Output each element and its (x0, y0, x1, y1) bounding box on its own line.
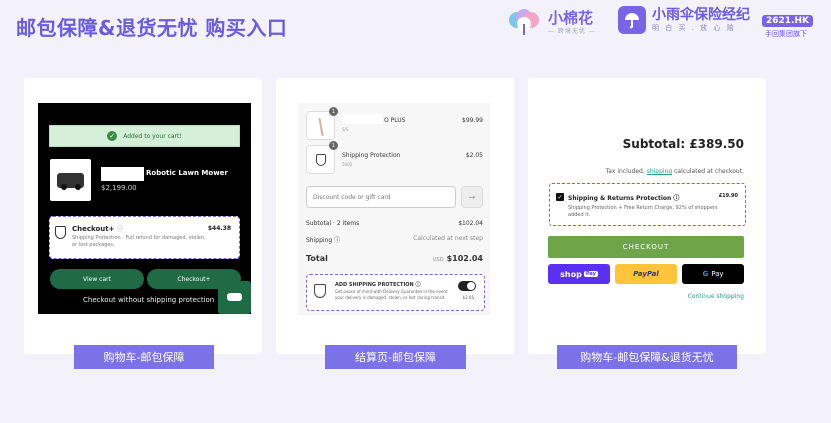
cart-protection-card: ✓ Added to your cart! Robotic Lawn Mower… (24, 78, 262, 354)
protection-title: Shipping & Returns Protection (568, 195, 672, 202)
checkout-without-protection-link[interactable]: Checkout without shipping protection (83, 296, 214, 304)
stock-code-badge: 2621.HK (762, 15, 813, 27)
protection-fee: £19.90 (718, 193, 738, 199)
page-title: 邮包保障&退货无忧 购买入口 (16, 16, 288, 40)
caption-cart-protection: 购物车-邮包保障 (74, 345, 214, 369)
shop-pay-label: shop (560, 269, 582, 279)
tax-note-prefix: Tax included, (605, 168, 645, 175)
product-thumbnail[interactable] (50, 159, 91, 201)
checkout-plus-protection-box[interactable]: Checkout+ ⓘ $44.38 Shipping Protection ·… (49, 216, 240, 259)
shop-pay-badge: Pay (583, 271, 598, 277)
protection-fee: $2.05 (462, 295, 474, 300)
check-circle-icon: ✓ (107, 131, 118, 141)
shipping-label: Shipping (306, 237, 333, 244)
product-name[interactable]: Robotic Lawn Mower (146, 169, 228, 177)
checkout-screenshot: 1 O PLUS S/S $99.99 1 Shipping Protectio… (298, 103, 490, 315)
protection-checkbox[interactable]: ✓ (556, 193, 564, 201)
item2-thumbnail: 1 (306, 141, 338, 174)
returns-protection-card: Subtotal: £389.50 Tax included, shipping… (528, 78, 766, 354)
cotton-logo-name: 小棉花 (548, 8, 594, 27)
chat-bubble-icon (227, 293, 242, 301)
help-icon[interactable]: ⓘ (334, 237, 340, 244)
checkout-plus-description: Shipping Protection · Full refund for da… (72, 235, 206, 248)
cart-screenshot: ✓ Added to your cart! Robotic Lawn Mower… (38, 103, 251, 314)
add-shipping-protection-box[interactable]: ADD SHIPPING PROTECTION ⓘ Get peace of m… (306, 274, 485, 311)
cotton-logo-tagline: — 跨境无忧 — (548, 27, 596, 35)
redacted-brand (342, 114, 382, 124)
info-icon[interactable]: ⓘ (416, 282, 421, 288)
total-value: $102.04 (446, 254, 483, 263)
product-price: $2,199.00 (101, 184, 137, 192)
subtotal-value: $102.04 (458, 220, 483, 227)
shield-icon (316, 154, 326, 166)
item1-name: O PLUS (384, 117, 406, 124)
returns-cart-screenshot: Subtotal: £389.50 Tax included, shipping… (528, 78, 766, 354)
checkout-plus-price: $44.38 (207, 225, 231, 232)
stock-badge-block: 2621.HK 手回集团旗下 (762, 8, 813, 39)
google-g-icon: G (702, 270, 709, 278)
item2-quantity: 1 (329, 141, 338, 150)
cotton-logo: 小棉花 — 跨境无忧 — (506, 8, 596, 36)
umbrella-logo-name: 小雨伞保险经纪 (652, 7, 750, 23)
item2-price: $2.05 (465, 152, 483, 159)
item2-name: Shipping Protection (342, 152, 401, 159)
subtotal-row: Subtotal · 2 items $102.04 (306, 220, 483, 227)
item1-price: $99.99 (462, 117, 483, 124)
shipping-value: Calculated at next step (413, 235, 483, 242)
google-pay-button[interactable]: G Pay (682, 264, 744, 284)
continue-shopping-link[interactable]: Continue shopping (688, 293, 744, 300)
info-icon[interactable]: ⓘ (673, 195, 679, 202)
google-pay-label: Pay (711, 270, 724, 278)
added-to-cart-text: Added to your cart! (123, 132, 182, 140)
protection-title: ADD SHIPPING PROTECTION (335, 282, 414, 288)
added-to-cart-banner: ✓ Added to your cart! (49, 125, 240, 147)
tax-note: Tax included, shipping calculated at che… (606, 168, 744, 175)
umbrella-icon (618, 6, 646, 34)
umbrella-logo: 小雨伞保险经纪 明 白 买 . 放 心 赔 (618, 6, 750, 34)
shipping-row: Shipping ⓘ Calculated at next step (306, 235, 483, 244)
shield-icon (55, 226, 66, 239)
paypal-button[interactable]: PayPal (615, 264, 677, 284)
tax-note-suffix: calculated at checkout. (674, 168, 744, 175)
chat-widget-button[interactable] (218, 281, 251, 314)
caption-checkout-protection: 结算页-邮包保障 (325, 345, 466, 369)
currency-code: USD (432, 257, 444, 263)
group-subtitle: 手回集团旗下 (765, 30, 807, 38)
discount-code-input[interactable]: Discount code or gift card (306, 186, 456, 208)
protection-description: Get peace of mind with Delivery Guarante… (335, 289, 448, 300)
cart-subtotal: Subtotal: £389.50 (622, 137, 744, 151)
apply-discount-button[interactable]: → (461, 186, 483, 208)
protection-description: Shipping Protection + Free Return Charge… (568, 205, 718, 218)
checkout-protection-card: 1 O PLUS S/S $99.99 1 Shipping Protectio… (276, 78, 514, 354)
subtotal-label: Subtotal · 2 items (306, 220, 360, 227)
shield-icon (314, 284, 326, 298)
item2-variant: 5005 (342, 162, 353, 167)
total-label: Total (306, 254, 328, 263)
umbrella-logo-tagline: 明 白 买 . 放 心 赔 (652, 24, 736, 32)
total-row: Total USD $102.04 (306, 254, 483, 263)
caption-returns-protection: 购物车-邮包保障&退货无忧 (557, 345, 737, 369)
item1-variant: S/S (342, 127, 349, 132)
shipping-policy-link[interactable]: shipping (647, 168, 673, 175)
lawn-mower-image (57, 173, 84, 190)
checkout-button[interactable]: CHECKOUT (548, 236, 744, 258)
shop-pay-button[interactable]: shop Pay (548, 264, 610, 284)
redacted-brand (101, 167, 144, 181)
view-cart-button[interactable]: View cart (50, 269, 144, 289)
protection-toggle[interactable] (458, 281, 476, 291)
shipping-returns-protection-box[interactable]: ✓ Shipping & Returns Protection ⓘ £19.90… (549, 183, 746, 226)
checkout-plus-title: Checkout+ (72, 225, 115, 233)
item1-thumbnail: 1 (306, 107, 338, 140)
cotton-flower-icon (506, 8, 542, 36)
product-image (318, 117, 324, 137)
arrow-right-icon: → (468, 192, 476, 202)
info-icon[interactable]: ⓘ (117, 226, 123, 233)
item1-quantity: 1 (329, 107, 338, 116)
